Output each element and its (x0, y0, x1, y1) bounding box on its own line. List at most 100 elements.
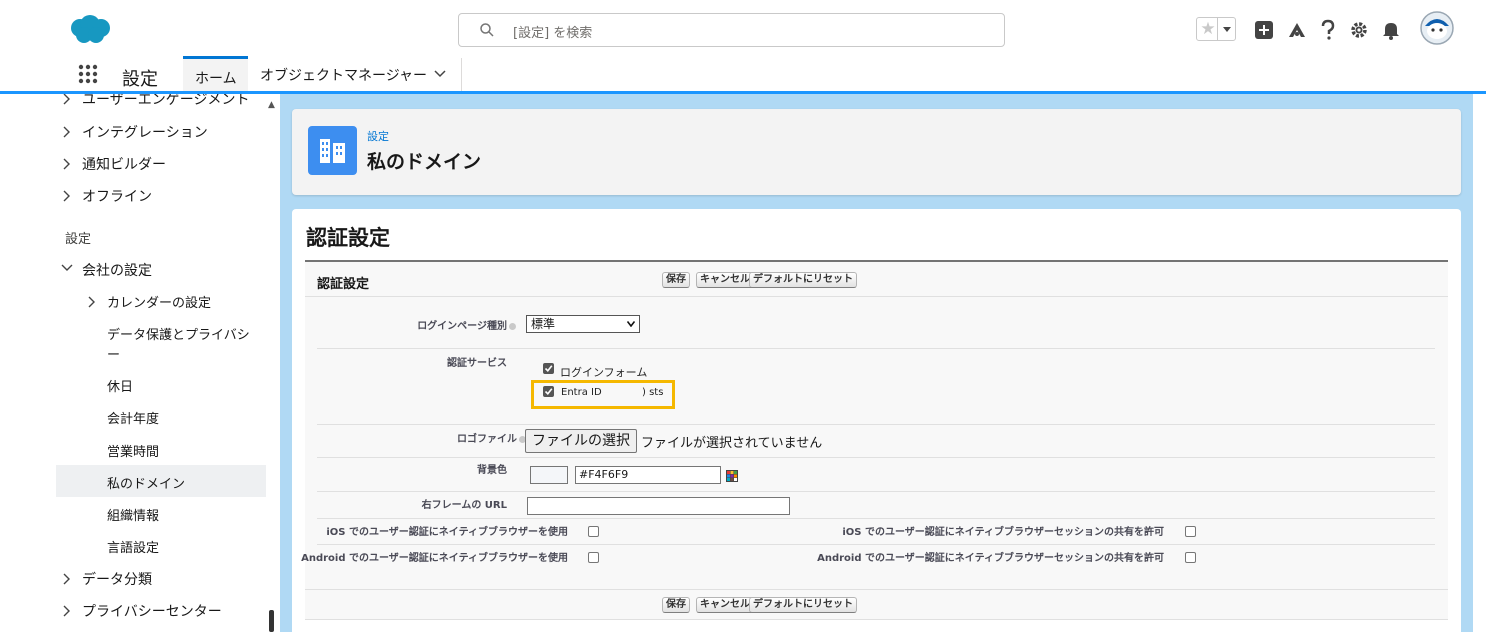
reset-default-button-top[interactable]: デフォルトにリセット (749, 272, 857, 288)
block-title: 認証設定 (317, 277, 370, 292)
chevron-right-icon (88, 296, 95, 308)
right-frame-url-input[interactable] (527, 497, 790, 515)
sidebar-item-holidays[interactable]: 休日 (107, 376, 133, 395)
sidebar-item-my-domain[interactable]: 私のドメイン (107, 473, 185, 492)
divider (317, 491, 1435, 492)
android-native-browser-checkbox[interactable] (588, 552, 599, 563)
login-page-type-value: 標準 (531, 317, 556, 331)
login-form-checkbox[interactable] (543, 363, 554, 374)
color-picker-icon[interactable] (726, 470, 738, 482)
sidebar-item-privacy-center[interactable]: プライバシーセンター (82, 601, 222, 621)
sidebar-item-offline[interactable]: オフライン (82, 186, 152, 206)
checkmark-icon (544, 388, 553, 395)
dropdown-icon (1223, 27, 1231, 32)
sidebar-item-fiscal-year[interactable]: 会計年度 (107, 408, 159, 427)
sidebar-item-language-settings[interactable]: 言語設定 (107, 537, 159, 556)
nav-divider (461, 58, 462, 91)
reset-default-button-bottom[interactable]: デフォルトにリセット (749, 597, 857, 613)
main-content: 設定 私のドメイン 認証設定 認証設定 保存 キャンセル デフォルトにリセット … (280, 94, 1473, 632)
sidebar-item-company-info[interactable]: 組織情報 (107, 505, 159, 524)
section-heading: 認証設定 (306, 226, 390, 250)
auth-service-label: 認証サービス (447, 358, 507, 369)
file-status-text: ファイルが選択されていません (641, 436, 823, 451)
bell-icon[interactable] (1382, 20, 1400, 40)
app-navigation-bar: 設定 ホーム オブジェクトマネージャー (0, 56, 1486, 94)
sidebar-scrollbar[interactable] (269, 610, 274, 632)
divider (317, 457, 1435, 458)
android-session-share-checkbox[interactable] (1185, 552, 1196, 563)
favorite-star-icon[interactable]: ★ (1199, 19, 1217, 39)
bg-color-label: 背景色 (477, 465, 507, 476)
logo-file-label: ロゴファイル (457, 430, 526, 445)
page-icon (308, 126, 357, 175)
ios-session-share-checkbox[interactable] (1185, 526, 1196, 537)
right-frame-url-label: 右フレームの URL (421, 500, 507, 511)
entra-id-checkbox[interactable] (543, 386, 554, 397)
global-header: [設定] を検索 ★ (0, 0, 1486, 56)
chevron-down-icon[interactable] (434, 70, 446, 78)
help-icon[interactable] (1320, 19, 1336, 41)
sidebar-item-company-settings[interactable]: 会社の設定 (82, 260, 152, 280)
bg-color-input[interactable]: #F4F6F9 (575, 466, 721, 484)
gear-icon[interactable] (1350, 21, 1368, 39)
app-name: 設定 (122, 69, 158, 90)
building-icon (320, 139, 345, 163)
ios-session-share-label: iOS でのユーザー認証にネイティブブラウザーセッションの共有を許可 (842, 527, 1164, 538)
add-icon[interactable] (1254, 20, 1274, 40)
ios-native-browser-label: iOS でのユーザー認証にネイティブブラウザーを使用 (326, 527, 568, 538)
search-icon (480, 23, 494, 37)
entra-id-option-label: Entra ID (561, 387, 602, 398)
app-launcher-icon[interactable] (78, 64, 98, 84)
cancel-button-bottom[interactable]: キャンセル (696, 597, 754, 613)
entra-id-option-suffix: ) sts (642, 387, 664, 398)
divider (317, 518, 1435, 519)
login-page-type-label: ログインページ種別 (417, 317, 516, 332)
divider (317, 348, 1435, 349)
salesforce-cloud-logo[interactable] (68, 14, 112, 46)
chevron-right-icon (63, 190, 70, 202)
global-search[interactable]: [設定] を検索 (458, 13, 1005, 47)
tab-home[interactable]: ホーム (183, 56, 248, 91)
sidebar-item-integration[interactable]: インテグレーション (82, 122, 208, 142)
chevron-right-icon (63, 94, 70, 105)
cancel-button-top[interactable]: キャンセル (696, 272, 754, 288)
avatar[interactable] (1420, 11, 1454, 45)
android-session-share-label: Android でのユーザー認証にネイティブブラウザーセッションの共有を許可 (817, 553, 1164, 564)
divider (305, 296, 1448, 297)
setup-sidebar: ユーザーエンゲージメント ▲ インテグレーション 通知ビルダー オフライン 設定… (0, 94, 280, 632)
help-icon[interactable] (509, 322, 516, 330)
divider (305, 589, 1448, 590)
auth-settings-card: 認証設定 認証設定 保存 キャンセル デフォルトにリセット ログインページ種別 … (292, 209, 1461, 632)
sidebar-item-data-protection-wrap[interactable]: ー (107, 344, 120, 363)
save-button-bottom[interactable]: 保存 (662, 597, 690, 613)
chevron-right-icon (63, 126, 70, 138)
favorites-dropdown[interactable] (1217, 18, 1235, 40)
sidebar-section-settings: 設定 (65, 232, 92, 247)
chevron-right-icon (63, 573, 70, 585)
sidebar-item-notification-builder[interactable]: 通知ビルダー (82, 154, 166, 174)
checkmark-icon (544, 365, 553, 372)
tab-home-label: ホーム (195, 71, 237, 87)
sidebar-item-data-protection[interactable]: データ保護とプライバシ (107, 324, 250, 343)
page-header-card: 設定 私のドメイン (292, 109, 1461, 195)
ios-native-browser-checkbox[interactable] (588, 526, 599, 537)
android-native-browser-label: Android でのユーザー認証にネイティブブラウザーを使用 (301, 553, 568, 564)
sidebar-item-data-classification[interactable]: データ分類 (82, 569, 152, 589)
save-button-top[interactable]: 保存 (662, 272, 690, 288)
trailhead-icon[interactable] (1286, 19, 1308, 41)
breadcrumb[interactable]: 設定 (367, 128, 389, 144)
bg-color-swatch[interactable] (530, 466, 568, 484)
login-page-type-select[interactable]: 標準 (526, 315, 640, 333)
chevron-down-icon (61, 264, 73, 271)
choose-file-button[interactable]: ファイルの選択 (525, 429, 637, 453)
favorites-button[interactable]: ★ (1196, 17, 1236, 41)
tab-object-manager[interactable]: オブジェクトマネージャー (260, 65, 427, 85)
sidebar-item-calendar-settings[interactable]: カレンダーの設定 (107, 292, 211, 311)
sidebar-item-business-hours[interactable]: 営業時間 (107, 441, 159, 460)
scroll-up-arrow-icon[interactable]: ▲ (268, 100, 275, 110)
divider (317, 424, 1435, 425)
chevron-right-icon (63, 158, 70, 170)
sidebar-item-user-engagement[interactable]: ユーザーエンゲージメント (82, 94, 249, 109)
login-form-option-label: ログインフォーム (560, 366, 648, 379)
search-placeholder: [設定] を検索 (513, 26, 593, 41)
